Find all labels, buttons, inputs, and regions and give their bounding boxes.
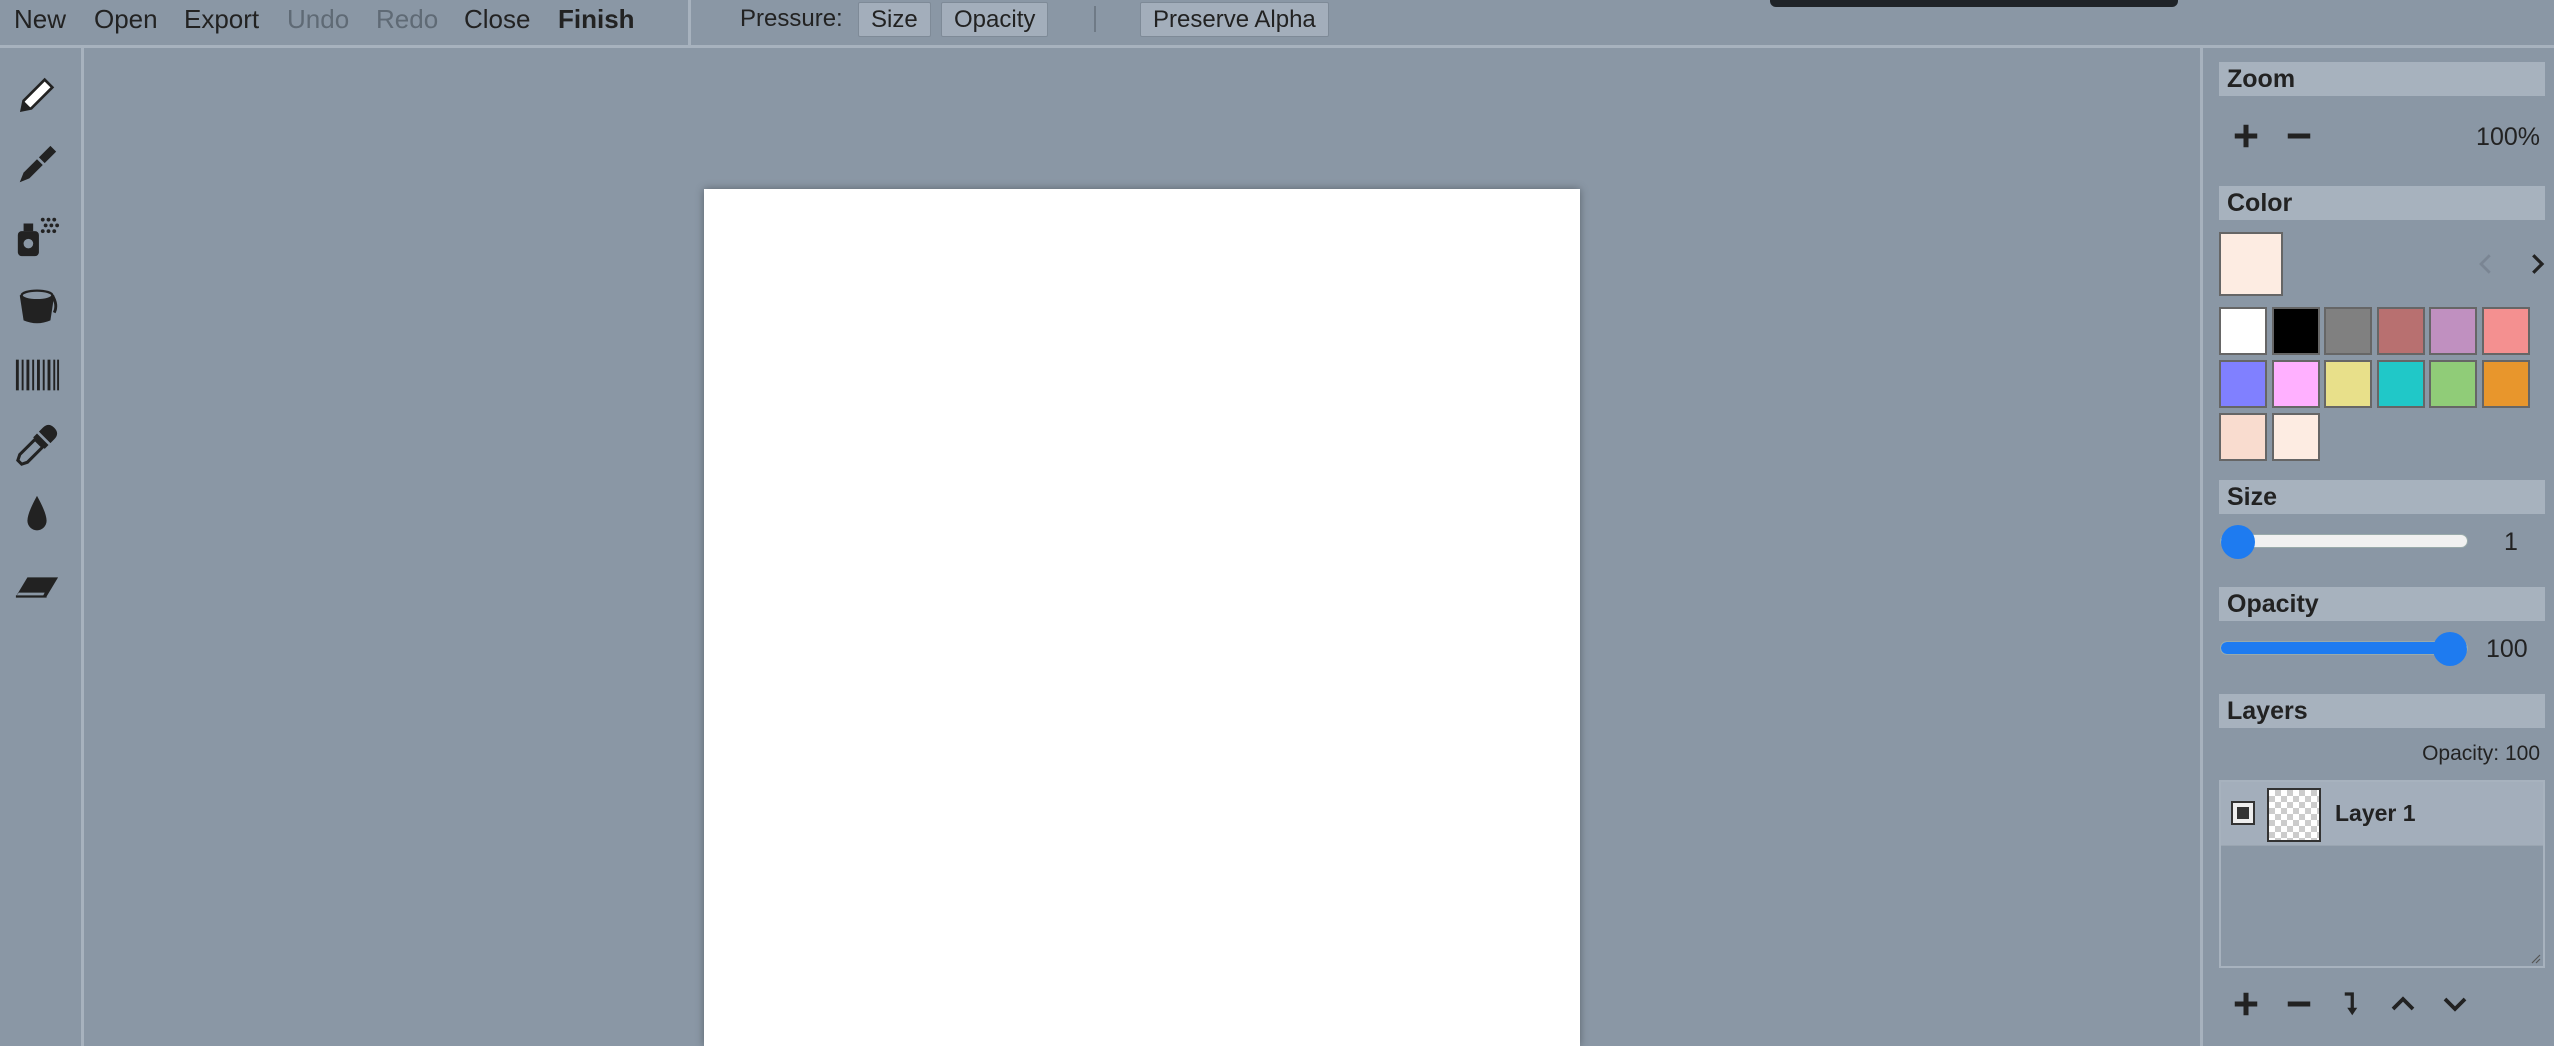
drawing-canvas[interactable] [704,189,1580,1046]
color-swatch[interactable] [2271,307,2320,355]
menu-divider [688,0,691,48]
properties-panel: Zoom 100% Color Size 1 Opacity 100 Layer… [2200,48,2554,1046]
pattern-lines-icon[interactable] [8,346,66,404]
zoom-header: Zoom [2219,62,2545,96]
merge-down-icon [2344,992,2358,1016]
layer-opacity-label: Opacity: 100 [2422,742,2540,765]
menu-redo[interactable]: Redo [376,4,438,35]
minus-icon [2287,1001,2311,1007]
color-swatch[interactable] [2376,360,2425,408]
color-next-button[interactable] [2517,244,2554,284]
merge-down-button[interactable] [2331,984,2371,1024]
layer-name: Layer 1 [2335,800,2416,826]
spray-can-icon[interactable] [8,206,66,264]
menu-export[interactable]: Export [184,4,259,35]
menu-undo[interactable]: Undo [287,4,349,35]
blur-drop-icon[interactable] [8,486,66,544]
layer-row[interactable]: Layer 1 [2221,782,2543,846]
paint-bucket-icon[interactable] [8,276,66,334]
color-swatch[interactable] [2324,360,2372,408]
pen-brush-icon[interactable] [8,136,66,194]
resize-handle-icon[interactable] [2529,952,2541,964]
color-prev-button[interactable] [2466,244,2506,284]
pressure-label: Pressure: [740,5,843,32]
color-swatch[interactable] [2219,360,2267,408]
zoom-value: 100% [2476,123,2540,151]
color-swatch[interactable] [2481,360,2530,408]
toolbar-divider [1094,6,1096,32]
menu-close[interactable]: Close [464,4,530,35]
size-header: Size [2219,480,2545,514]
plus-icon [2234,124,2258,148]
layer-thumbnail [2267,788,2321,842]
minus-icon [2287,133,2311,139]
size-slider[interactable] [2220,525,2468,559]
opacity-slider-knob[interactable] [2433,632,2467,666]
opacity-header: Opacity [2219,587,2545,621]
color-swatch[interactable] [2324,307,2372,355]
menu-open[interactable]: Open [94,4,158,35]
zoom-out-button[interactable] [2279,116,2319,156]
zoom-in-button[interactable] [2226,116,2266,156]
remove-layer-button[interactable] [2279,984,2319,1024]
chevron-left-icon [2479,254,2491,274]
size-value: 1 [2504,528,2518,556]
tool-palette [0,48,84,1046]
opacity-value: 100 [2486,635,2528,663]
move-layer-up-button[interactable] [2383,984,2423,1024]
chevron-down-icon [2443,997,2467,1012]
layer-list: Layer 1 [2219,780,2545,968]
color-swatch[interactable] [2429,307,2477,355]
chevron-up-icon [2391,996,2415,1011]
current-color-swatch[interactable] [2219,232,2283,296]
layers-header: Layers [2219,694,2545,728]
color-swatch[interactable] [2271,360,2320,408]
color-swatch[interactable] [2219,413,2267,461]
move-layer-down-button[interactable] [2435,984,2475,1024]
preserve-alpha-button[interactable]: Preserve Alpha [1140,2,1329,37]
pressure-size-button[interactable]: Size [858,2,931,37]
color-swatch[interactable] [2219,307,2267,355]
color-swatch[interactable] [2376,307,2425,355]
opacity-slider-fill [2221,642,2450,654]
add-layer-button[interactable] [2226,984,2266,1024]
eraser-icon[interactable] [8,556,66,614]
opacity-slider[interactable] [2220,632,2468,666]
chevron-right-icon [2532,254,2545,274]
size-slider-knob[interactable] [2221,525,2255,559]
notification-bar [1770,0,2178,7]
color-swatch[interactable] [2271,413,2320,461]
plus-icon [2234,992,2258,1016]
pencil-icon[interactable] [8,66,66,124]
menu-new[interactable]: New [14,4,66,35]
color-swatch[interactable] [2429,360,2477,408]
menu-finish[interactable]: Finish [558,4,635,35]
color-swatch[interactable] [2481,307,2530,355]
layer-visibility-checkbox[interactable] [2231,801,2255,825]
eyedropper-icon[interactable] [8,416,66,474]
color-header: Color [2219,186,2545,220]
top-menu-bar: New Open Export Undo Redo Close Finish P… [0,0,2554,48]
pressure-opacity-button[interactable]: Opacity [941,2,1049,37]
